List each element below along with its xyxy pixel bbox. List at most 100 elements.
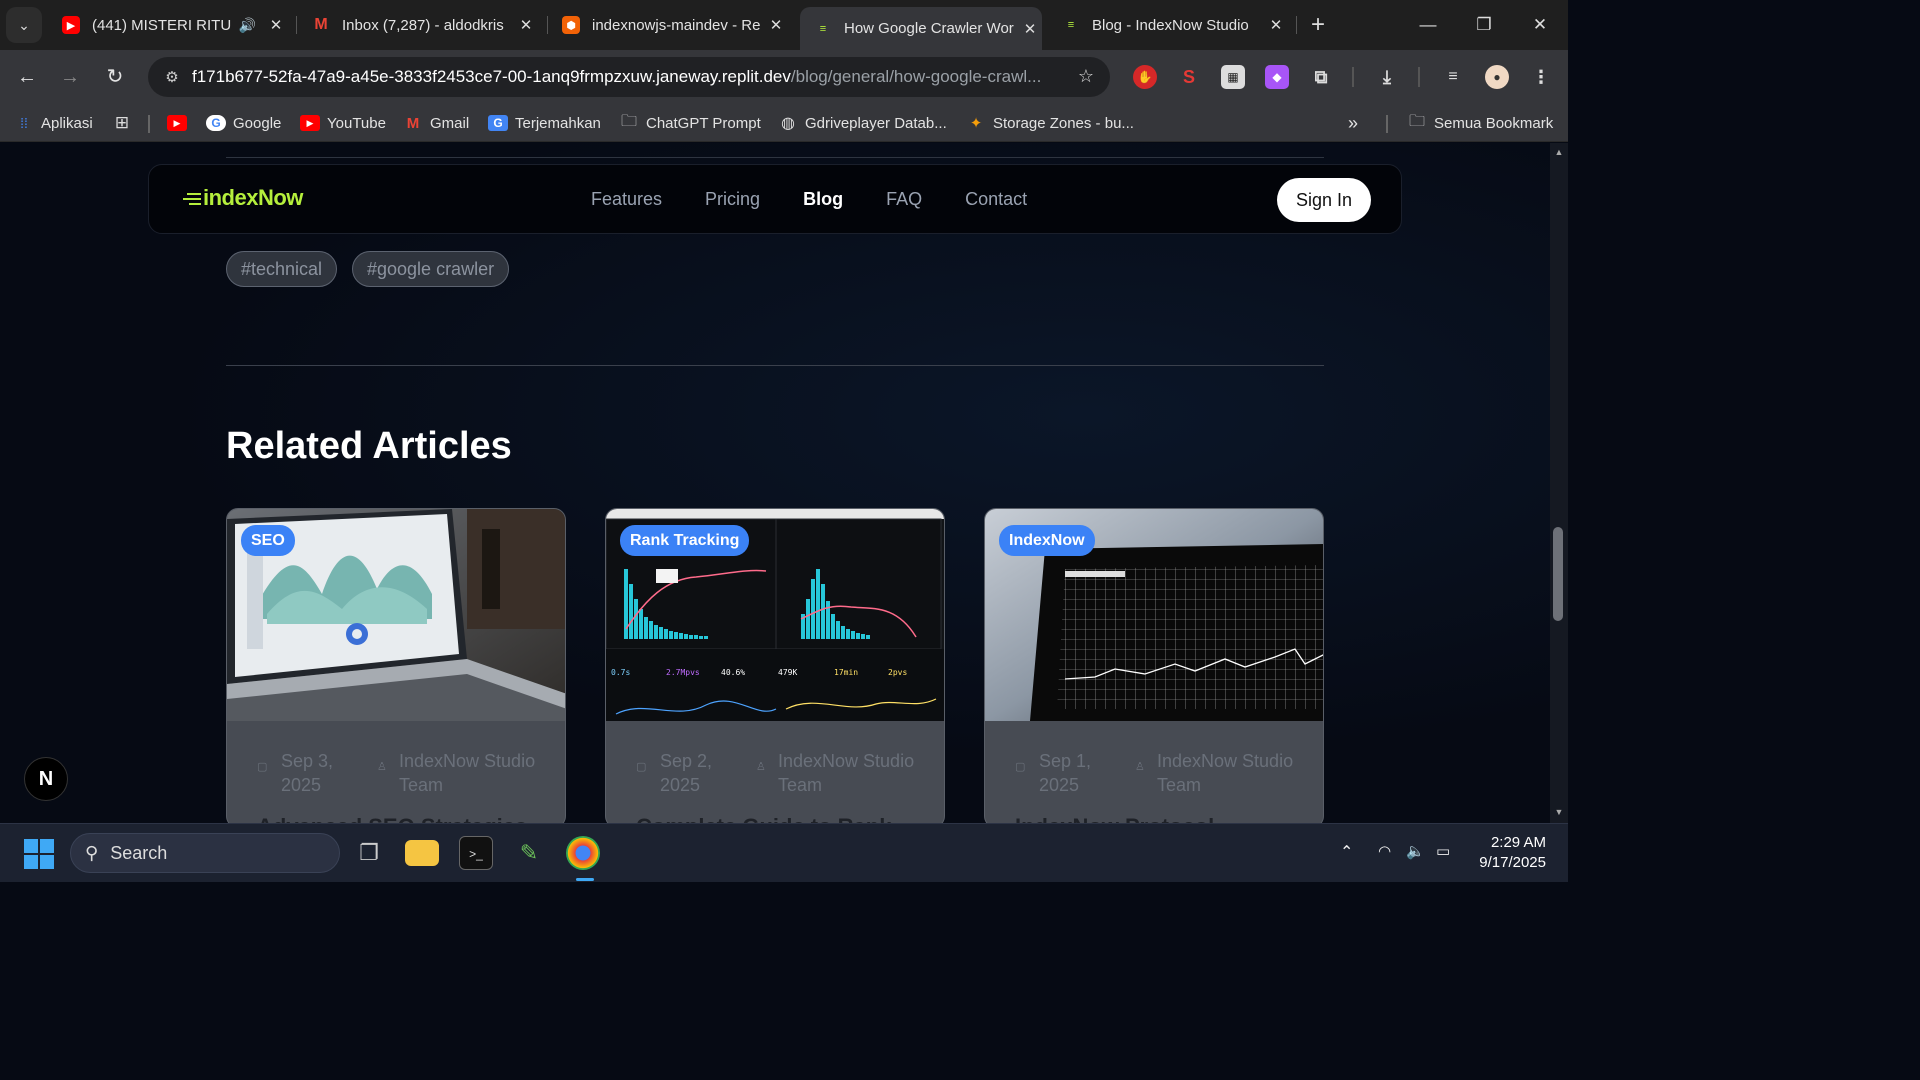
bookmark-youtube[interactable]: ▶ YouTube	[300, 112, 386, 134]
nav-faq[interactable]: FAQ	[886, 189, 922, 210]
article-author: IndexNow Studio Team	[778, 751, 915, 795]
search-icon: ⚲	[85, 842, 99, 863]
tab-youtube[interactable]: ▶ (441) MISTERI RITUAL 🔊 ✕	[48, 8, 288, 42]
tab-active-article[interactable]: ≡ How Google Crawler Wor ✕	[800, 7, 1042, 50]
nextjs-dev-button[interactable]: N	[24, 757, 68, 801]
reload-button[interactable]: ↻	[101, 63, 129, 91]
battery-icon[interactable]: ▭	[1436, 842, 1450, 860]
tab-title: indexnowjs-maindev - Re	[592, 16, 761, 34]
tab-title: Inbox (7,287) - aldodkris	[342, 16, 504, 34]
category-badge: Rank Tracking	[620, 525, 750, 556]
qr-extension-icon[interactable]: ▦	[1221, 65, 1245, 89]
replit-icon: ⬢	[562, 16, 580, 34]
download-icon[interactable]: ⤓	[1375, 65, 1399, 89]
adblock-extension-icon[interactable]: ✋	[1133, 65, 1157, 89]
terminal-icon[interactable]: >_	[459, 836, 493, 870]
forward-button[interactable]: →	[56, 63, 84, 91]
tab-close-icon[interactable]: ✕	[1264, 16, 1288, 34]
file-explorer-icon[interactable]	[405, 840, 439, 866]
article-card-seo[interactable]: SEO ▢ Sep 3, 2025 ♙ IndexNow Studio Team…	[226, 508, 566, 823]
volume-icon[interactable]: 🔈	[1406, 842, 1425, 860]
article-title[interactable]: Advanced SEO Strategies	[257, 814, 527, 823]
article-meta: ▢ Sep 2, 2025 ♙ IndexNow Studio Team	[636, 749, 936, 797]
address-bar[interactable]: ⚙ f171b677-52fa-47a9-a45e-3833f2453ce7-0…	[148, 57, 1110, 97]
tab-close-icon[interactable]: ✕	[1018, 20, 1042, 38]
bookmark-label: Google	[233, 114, 282, 132]
article-title[interactable]: IndexNow Protocol	[1015, 814, 1214, 823]
task-view-icon[interactable]: ❐	[352, 836, 386, 870]
tab-gmail[interactable]: M Inbox (7,287) - aldodkris ✕	[298, 8, 538, 42]
svg-text:2pvs: 2pvs	[888, 668, 907, 677]
seo-extension-icon[interactable]: S	[1177, 65, 1201, 89]
bookmark-label: Gdriveplayer Datab...	[805, 114, 947, 132]
url-path: /blog/general/how-google-crawl...	[790, 67, 1042, 86]
bookmark-storage-zones[interactable]: ✦ Storage Zones - bu...	[966, 112, 1134, 134]
extensions-icon[interactable]: ⧉	[1309, 65, 1333, 89]
tab-close-icon[interactable]: ✕	[514, 16, 538, 34]
tag-technical[interactable]: #technical	[226, 251, 338, 287]
clock-date: 9/17/2025	[1479, 854, 1546, 871]
profile-avatar[interactable]: ●	[1485, 65, 1509, 89]
svg-text:479K: 479K	[778, 668, 797, 677]
restore-button[interactable]: ❐	[1464, 10, 1504, 40]
tab-close-icon[interactable]: ✕	[264, 16, 288, 34]
windows-start-icon[interactable]	[24, 839, 54, 869]
more-bookmarks-chevron-icon[interactable]: »	[1348, 112, 1358, 134]
palette-extension-icon[interactable]: ◆	[1265, 65, 1289, 89]
tray-chevron-up-icon[interactable]: ⌃	[1340, 842, 1353, 862]
logo-lines-icon	[183, 190, 201, 208]
bookmark-grid[interactable]: ⊞	[112, 112, 139, 134]
category-badge: IndexNow	[999, 525, 1095, 556]
new-tab-button[interactable]: +	[1298, 10, 1338, 40]
bookmark-apps[interactable]: ⁞⁞ Aplikasi	[14, 112, 93, 134]
bookmark-chatgpt-folder[interactable]: 🗀 ChatGPT Prompt	[619, 112, 761, 134]
nav-pricing[interactable]: Pricing	[705, 189, 760, 210]
gmail-icon: M	[314, 16, 328, 33]
youtube-icon: ▶	[62, 16, 80, 34]
calendar-icon: ▢	[257, 761, 268, 773]
tab-blog[interactable]: ≡ Blog - IndexNow Studio ✕	[1048, 8, 1288, 42]
calendar-icon: ▢	[636, 761, 647, 773]
nav-contact[interactable]: Contact	[965, 189, 1027, 210]
all-bookmarks[interactable]: 🗀 Semua Bookmark	[1407, 112, 1553, 134]
tag-google-crawler[interactable]: #google crawler	[352, 251, 510, 287]
notepad-app-icon[interactable]: ✎	[512, 836, 546, 870]
bookmark-gdriveplayer[interactable]: ◍ Gdriveplayer Datab...	[778, 112, 947, 134]
menu-kebab-icon[interactable]: ⋮	[1529, 65, 1553, 89]
article-author: IndexNow Studio Team	[399, 751, 536, 795]
taskbar-search[interactable]: ⚲ Search	[70, 833, 340, 873]
indexnow-icon: ≡	[1067, 19, 1075, 31]
youtube-icon: ▶	[300, 115, 320, 131]
site-info-icon[interactable]: ⚙	[160, 68, 184, 86]
minimize-button[interactable]: —	[1408, 10, 1448, 40]
nav-blog[interactable]: Blog	[803, 189, 843, 210]
sign-in-button[interactable]: Sign In	[1277, 178, 1371, 222]
article-card-rank-tracking[interactable]: 0.7s 2.7Mpvs 40.6% 479K 17min 2pvs Rank …	[605, 508, 945, 823]
tab-search-button[interactable]: ⌄	[6, 7, 42, 43]
close-window-button[interactable]: ✕	[1520, 10, 1560, 40]
site-logo[interactable]: indexNow	[183, 185, 303, 211]
scrollbar-thumb[interactable]	[1553, 527, 1563, 621]
article-card-indexnow[interactable]: IndexNow ▢ Sep 1, 2025 ♙ IndexNow Studio…	[984, 508, 1324, 823]
divider	[226, 157, 1324, 158]
back-button[interactable]: ←	[13, 63, 41, 91]
taskbar-clock[interactable]: 2:29 AM 9/17/2025	[1479, 833, 1546, 873]
media-control-icon[interactable]: ≡	[1441, 65, 1465, 89]
nav-features[interactable]: Features	[591, 189, 662, 210]
bookmark-star-icon[interactable]: ☆	[1078, 66, 1094, 87]
bookmark-label: Aplikasi	[41, 114, 93, 132]
bookmark-youtube-icon-only[interactable]: ▶	[167, 112, 194, 134]
bookmark-gmail[interactable]: M Gmail	[403, 112, 469, 134]
page-scrollbar[interactable]: ▲ ▼	[1550, 143, 1568, 823]
bookmark-label: Semua Bookmark	[1434, 114, 1554, 132]
tab-close-icon[interactable]: ✕	[764, 16, 788, 34]
tab-replit[interactable]: ⬢ indexnowjs-maindev - Re ✕	[548, 8, 788, 42]
bookmark-google[interactable]: G Google	[206, 112, 281, 134]
bookmark-translate[interactable]: G Terjemahkan	[488, 112, 601, 134]
wifi-icon[interactable]: ◠	[1378, 842, 1391, 860]
scroll-up-arrow-icon[interactable]: ▲	[1553, 147, 1565, 157]
scroll-down-arrow-icon[interactable]: ▼	[1553, 807, 1565, 817]
speaker-icon[interactable]: 🔊	[239, 17, 256, 34]
chrome-icon[interactable]	[566, 836, 600, 870]
article-title[interactable]: Complete Guide to Rank	[636, 814, 891, 823]
